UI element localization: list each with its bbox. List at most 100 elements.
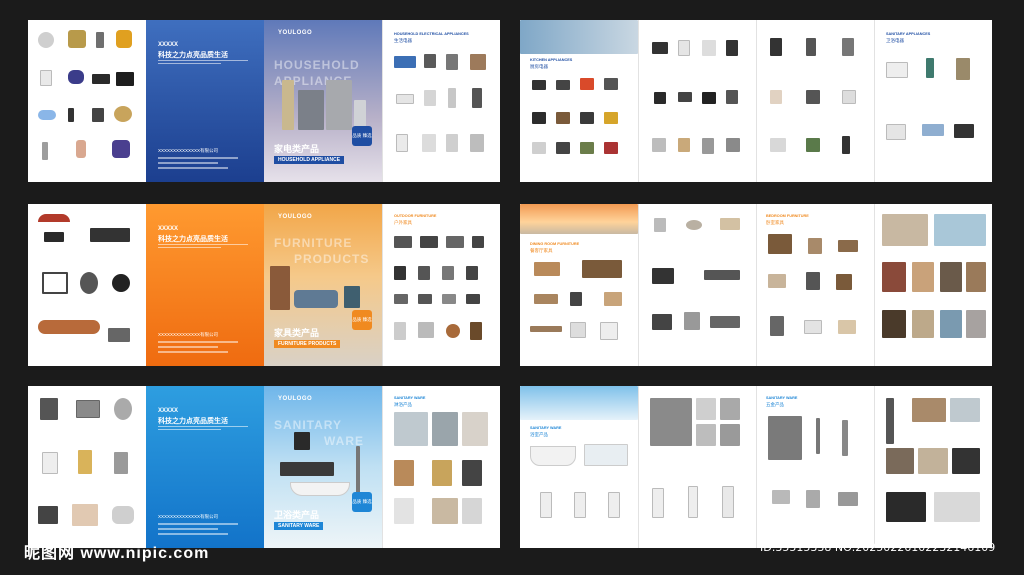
product-image — [836, 274, 852, 290]
product-image — [838, 240, 858, 252]
product-image — [654, 218, 666, 232]
product-image — [768, 274, 786, 288]
section-title: SANITARY WARE — [394, 396, 426, 400]
page-fold — [756, 386, 757, 548]
shower-room-photo — [462, 460, 482, 486]
product-image — [584, 444, 628, 466]
accessory-photo — [950, 398, 980, 422]
address-line — [158, 341, 238, 343]
product-image — [394, 294, 408, 304]
section-subtitle: 卧室家具 — [766, 220, 784, 225]
page-fold — [756, 20, 757, 182]
product-image — [556, 142, 570, 154]
product-image — [446, 54, 458, 70]
product-image — [768, 234, 792, 254]
product-image — [68, 70, 84, 84]
product-image — [114, 452, 128, 474]
page-fold — [382, 386, 383, 548]
bedroom-photo — [882, 262, 906, 292]
product-image — [394, 56, 416, 68]
product-image — [770, 316, 784, 336]
product-image — [394, 322, 406, 340]
product-image — [702, 138, 714, 154]
product-image — [448, 88, 456, 108]
slogan-lines — [158, 426, 248, 432]
product-image — [806, 138, 820, 152]
cover-title: 家具类产品 — [274, 328, 320, 338]
product-image — [652, 42, 668, 54]
product-image — [582, 260, 622, 278]
cover-subtitle: FURNITURE PRODUCTS — [274, 340, 341, 348]
product-image — [678, 138, 690, 152]
logo: YOULOGO — [278, 214, 313, 220]
product-image — [770, 38, 782, 56]
page-fold — [638, 386, 639, 548]
product-image — [922, 124, 944, 136]
section-title: BEDROOM FURNITURE — [766, 214, 809, 218]
product-image — [116, 72, 134, 86]
furniture-product-page — [28, 204, 146, 366]
product-image — [722, 486, 734, 518]
brochure-spread-kitchen: KITCHEN APPLIANCES 厨房电器 SANITARY APPLIAN… — [520, 20, 992, 182]
brand-slogan: 科技之力点亮品质生活 — [158, 52, 228, 59]
address-line — [158, 157, 238, 159]
section-title: SANITARY APPLIANCES — [886, 32, 931, 36]
product-image — [704, 270, 740, 280]
product-image — [532, 142, 546, 154]
basin-photo — [650, 398, 692, 446]
shower-room-photo — [432, 412, 458, 446]
appliance-catalog-page: HOUSEHOLD ELECTRICAL APPLIANCES 生活电器 — [382, 20, 500, 182]
product-image — [652, 138, 666, 152]
product-image — [580, 78, 594, 90]
accessory-photo — [952, 448, 980, 474]
shower-photo — [356, 446, 360, 496]
product-image — [532, 80, 546, 90]
brand-slogan: 科技之力点亮品质生活 — [158, 418, 228, 425]
section-title: OUTDOOR FURNITURE — [394, 214, 437, 218]
product-image — [114, 398, 132, 420]
product-image — [42, 142, 48, 160]
product-image — [838, 492, 858, 506]
bedroom-photo — [966, 262, 986, 292]
section-title: SANITARY WARE — [766, 396, 798, 400]
cover-subtitle: HOUSEHOLD APPLIANCE — [274, 156, 345, 164]
product-image — [470, 54, 486, 70]
product-image — [652, 314, 672, 330]
kitchen-banner-photo — [520, 20, 638, 54]
product-image — [418, 266, 430, 280]
quality-badge: 品质 臻选 — [352, 492, 372, 512]
product-image — [604, 292, 622, 306]
product-image — [838, 320, 856, 334]
product-image — [396, 134, 408, 152]
shower-room-photo — [432, 498, 458, 524]
product-image — [38, 506, 58, 524]
cover-headline: HOUSEHOLD — [274, 58, 360, 72]
product-image — [770, 138, 786, 152]
product-image — [654, 92, 666, 104]
product-image — [806, 38, 816, 56]
product-image — [40, 70, 52, 86]
product-image — [96, 32, 104, 48]
bedroom-photo — [940, 262, 962, 292]
section-title: KITCHEN APPLIANCES — [530, 58, 573, 62]
product-image — [530, 326, 562, 332]
product-image — [574, 492, 586, 518]
product-image — [806, 272, 820, 290]
basin-photo — [720, 424, 740, 446]
product-image — [926, 58, 934, 78]
product-image — [956, 58, 970, 80]
cover-headline: PRODUCTS — [294, 252, 370, 266]
section-subtitle: 户外家具 — [394, 220, 412, 225]
product-image — [720, 218, 740, 230]
logo: YOULOGO — [278, 30, 313, 36]
product-image — [446, 324, 460, 338]
product-image — [532, 112, 546, 124]
product-image — [678, 92, 692, 102]
product-image — [40, 398, 58, 420]
page-fold — [638, 204, 639, 366]
product-image — [570, 322, 586, 338]
cover-headline: SANITARY — [274, 418, 342, 432]
page-fold — [874, 204, 875, 366]
product-image — [806, 490, 820, 508]
brochure-spread-bath: SANITARY WARE 浴室产品 SANITARY WARE 五金产品 — [520, 386, 992, 548]
